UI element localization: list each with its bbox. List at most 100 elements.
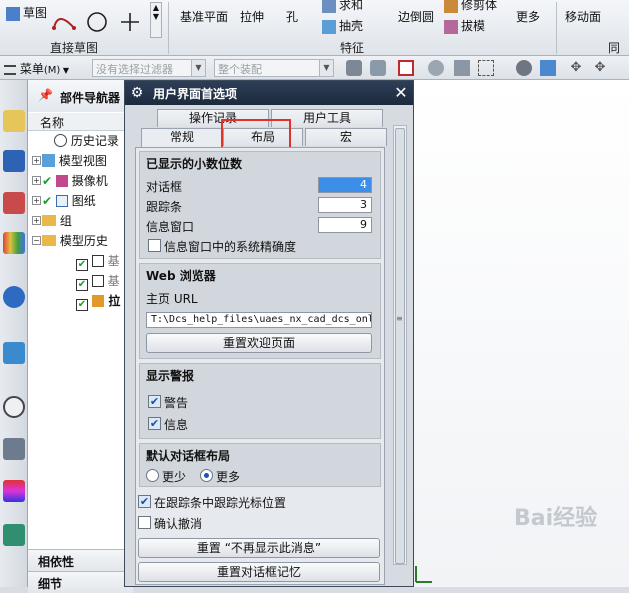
circle-icon[interactable] xyxy=(85,10,109,37)
group-title: 已显示的小数位数 xyxy=(146,157,243,171)
info-checkbox[interactable]: ✔ xyxy=(148,417,161,430)
clock-icon xyxy=(54,134,67,147)
close-button[interactable]: ✕ xyxy=(392,84,410,102)
tree-item-datum-1[interactable]: ✔ 基 xyxy=(76,252,120,271)
layer-icon[interactable] xyxy=(454,60,470,76)
resource-bar xyxy=(0,80,28,587)
tree-item-model-history[interactable]: − 模型历史 xyxy=(32,232,108,250)
expand-icon[interactable]: + xyxy=(32,216,41,225)
tracking-decimals-label: 跟踪条 xyxy=(146,200,183,214)
layout-more-radio[interactable] xyxy=(200,469,213,482)
type-filter-dropdown[interactable]: 没有选择过滤器 ▼ xyxy=(92,59,206,77)
point-snap-icon[interactable] xyxy=(428,60,444,76)
tree-item-datum-2[interactable]: ✔ 基 xyxy=(76,272,120,291)
edge-blend-button[interactable]: 边倒圆 xyxy=(398,8,434,25)
cube-icon[interactable] xyxy=(540,60,556,76)
reset-welcome-page-button[interactable]: 重置欢迎页面 xyxy=(146,333,372,353)
tree-item-cameras[interactable]: + ✔ 摄像机 xyxy=(32,172,108,190)
more-button[interactable]: 更多 xyxy=(516,8,540,25)
process-studio-icon[interactable] xyxy=(3,438,25,460)
rotate-icon[interactable]: ✥ xyxy=(592,60,608,76)
track-cursor-checkbox[interactable]: ✔ xyxy=(138,495,151,508)
web-browser-icon[interactable] xyxy=(3,342,25,364)
collapse-icon[interactable]: − xyxy=(32,236,41,245)
constraint-navigator-icon[interactable] xyxy=(3,150,25,172)
reuse-library-icon[interactable] xyxy=(3,232,25,254)
column-header-name[interactable]: 名称 xyxy=(28,113,133,131)
menu-button[interactable]: 菜单(M) ▼ xyxy=(4,60,69,77)
shell-button[interactable]: 抽壳 xyxy=(322,17,363,34)
layout-less-radio[interactable] xyxy=(146,469,159,482)
show-alerts-group: 显示警报 ✔ 警告 ✔ 信息 xyxy=(139,363,381,439)
homepage-url-input[interactable]: T:\Dcs_help_files\uaes_nx_cad_dcs_onl xyxy=(146,312,372,328)
scrollbar-thumb[interactable] xyxy=(395,128,405,564)
tree-item-drawings[interactable]: + ✔ 图纸 xyxy=(32,192,96,210)
unite-button[interactable]: 求和 xyxy=(322,0,363,13)
pin-icon[interactable]: 📌 xyxy=(38,88,53,102)
group-title: 显示警报 xyxy=(146,369,195,383)
watermark: Bai经验 xyxy=(514,506,598,531)
arc-icon[interactable] xyxy=(50,8,78,35)
assembly-navigator-icon[interactable] xyxy=(3,110,25,132)
sketch-button[interactable]: 草图 xyxy=(6,4,47,21)
layout-more-label: 更多 xyxy=(216,470,241,484)
shell-icon xyxy=(322,19,336,34)
reset-dialog-memory-button[interactable]: 重置对话框记忆 xyxy=(138,562,380,582)
dependencies-panel-header[interactable]: 相依性 xyxy=(28,549,133,571)
expand-icon[interactable]: + xyxy=(32,196,41,205)
confirm-undo-checkbox[interactable] xyxy=(138,516,151,529)
unite-icon xyxy=(322,0,336,13)
system-precision-checkbox[interactable] xyxy=(148,239,161,252)
graphics-window[interactable]: Bai经验 xyxy=(414,80,629,587)
dialog-decimals-input[interactable]: 4 xyxy=(318,177,372,193)
camera-icon xyxy=(55,175,68,187)
homepage-url-label: 主页 URL xyxy=(146,292,198,306)
dialog-title-bar[interactable]: 用户界面首选项 xyxy=(125,81,413,105)
datum-plane-button[interactable]: 基准平面 xyxy=(180,8,228,25)
point-icon[interactable] xyxy=(118,10,142,37)
reset-messages-button[interactable]: 重置 “不再显示此消息” xyxy=(138,538,380,558)
warning-checkbox[interactable]: ✔ xyxy=(148,395,161,408)
sketch-gallery-scroll[interactable]: ▲ ▼ xyxy=(150,2,162,38)
general-tab-pane: 已显示的小数位数 对话框 4 跟踪条 3 信息窗口 9 信息窗口中的系统精确度 … xyxy=(135,147,385,585)
details-panel-header[interactable]: 细节 xyxy=(28,571,133,593)
hole-button[interactable]: 孔 xyxy=(286,8,298,25)
select-box-icon[interactable] xyxy=(398,60,414,76)
tree-item-history[interactable]: 历史记录 xyxy=(54,132,119,150)
move-icon[interactable]: ✥ xyxy=(568,60,584,76)
gear-icon[interactable]: ⚙ xyxy=(129,85,145,101)
draft-button[interactable]: 拔模 xyxy=(444,17,485,34)
checkbox-checked-icon[interactable]: ✔ xyxy=(76,299,88,311)
snap-icon[interactable] xyxy=(346,60,362,76)
assembly-scope-dropdown[interactable]: 整个装配 ▼ xyxy=(214,59,334,77)
expand-icon[interactable]: + xyxy=(32,156,41,165)
chevron-down-icon: ▼ xyxy=(319,60,333,76)
move-face-button[interactable]: 移动面 xyxy=(565,8,601,25)
tracking-decimals-input[interactable]: 3 xyxy=(318,197,372,213)
visualization-icon[interactable] xyxy=(3,480,25,502)
tree-item-groups[interactable]: + 组 xyxy=(32,212,72,230)
filter-icon[interactable] xyxy=(370,60,386,76)
expand-icon[interactable]: + xyxy=(32,176,41,185)
info-label: 信息 xyxy=(164,418,189,432)
tab-macro[interactable]: 宏 xyxy=(305,128,387,146)
tab-general[interactable]: 常规 xyxy=(141,128,223,148)
rectangle-select-icon[interactable] xyxy=(478,60,494,76)
shade-icon[interactable] xyxy=(516,60,532,76)
part-navigator: 📌 部件导航器 名称 历史记录 + 模型视图 + ✔ 摄像机 + ✔ 图纸 + … xyxy=(28,80,133,593)
extrude-button[interactable]: 拉伸 xyxy=(240,8,264,25)
trim-body-button[interactable]: 修剪体 xyxy=(444,0,497,13)
sketch-icon xyxy=(6,6,20,21)
info-decimals-input[interactable]: 9 xyxy=(318,217,372,233)
close-icon: ✕ xyxy=(394,83,408,102)
axis-triad-icon xyxy=(414,564,434,584)
checkbox-checked-icon[interactable]: ✔ xyxy=(76,259,88,271)
history-icon[interactable] xyxy=(3,396,25,418)
roles-icon[interactable] xyxy=(3,524,25,546)
checkbox-checked-icon[interactable]: ✔ xyxy=(76,279,88,291)
part-navigator-icon[interactable] xyxy=(3,192,25,214)
dialog-scrollbar[interactable]: ≡ xyxy=(393,125,407,565)
tree-item-extrude[interactable]: ✔ 拉 xyxy=(76,292,120,311)
tree-item-model-views[interactable]: + 模型视图 xyxy=(32,152,107,170)
hd3d-icon[interactable] xyxy=(3,286,25,308)
